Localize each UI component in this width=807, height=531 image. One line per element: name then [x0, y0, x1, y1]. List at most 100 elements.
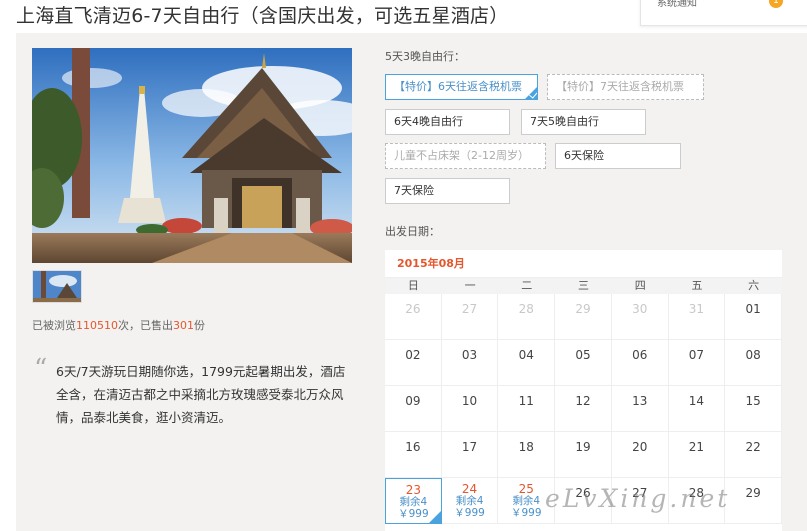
option-7day-insurance[interactable]: 7天保险 [385, 178, 510, 204]
product-description: 6天/7天游玩日期随你选，1799元起暑期出发，酒店全含，在清迈古都之中采摘北方… [56, 364, 346, 425]
watermark: eLvXing.net [545, 484, 731, 513]
day-number: 09 [405, 394, 421, 408]
package-label: 5天3晚自由行： [385, 50, 465, 63]
calendar-day: 19 [555, 432, 612, 478]
day-number: 15 [745, 394, 761, 408]
weekday-label: 六 [748, 279, 760, 292]
option-child-no-bed[interactable]: 儿童不占床架（2-12周岁） [385, 143, 546, 169]
day-number: 20 [632, 440, 648, 454]
weekday-label: 二 [521, 279, 533, 292]
stats-suffix: 份 [194, 319, 205, 332]
option-6day-flight[interactable]: 【特价】6天往返含税机票 [385, 74, 538, 100]
calendar-day: 30 [611, 294, 669, 340]
day-number: 14 [688, 394, 705, 408]
day-number: 08 [745, 348, 761, 362]
day-number: 27 [461, 302, 478, 316]
system-notice[interactable]: 系统通知 1 [640, 0, 807, 26]
day-number: 10 [461, 394, 478, 408]
stats-prefix: 已被浏览 [32, 319, 76, 332]
calendar-day: 29 [725, 478, 782, 524]
calendar-day: 17 [441, 432, 499, 478]
day-number: 24 [461, 482, 478, 496]
day-number: 11 [518, 394, 534, 408]
calendar-day: 22 [725, 432, 782, 478]
calendar-day: 13 [611, 386, 669, 432]
calendar-day: 16 [385, 432, 442, 478]
calendar-day: 28 [498, 294, 556, 340]
weekday-label: 五 [691, 279, 703, 292]
day-number: 29 [745, 486, 761, 500]
notice-count-badge: 1 [769, 0, 783, 8]
option-label: 7天保险 [394, 184, 434, 197]
option-label: 6天保险 [564, 149, 604, 162]
stats-mid: 次，已售出 [118, 319, 173, 332]
date-label: 出发日期： [385, 225, 440, 238]
day-number: 22 [745, 440, 761, 454]
option-6day-4night[interactable]: 6天4晚自由行 [385, 109, 510, 135]
weekday-label: 四 [634, 279, 646, 292]
selected-check-icon [428, 511, 441, 523]
calendar-day: 21 [668, 432, 726, 478]
sold-count: 301 [173, 319, 194, 332]
calendar-day: 04 [498, 340, 556, 386]
calendar-day: 08 [725, 340, 782, 386]
day-number: 04 [518, 348, 534, 362]
day-number: 12 [575, 394, 591, 408]
weekday-label: 三 [578, 279, 590, 292]
calendar-day: 27 [441, 294, 499, 340]
calendar-day: 15 [725, 386, 782, 432]
calendar-month: 2015年08月 [385, 250, 782, 278]
option-label: 7天5晚自由行 [530, 115, 599, 128]
day-number: 13 [632, 394, 648, 408]
calendar-day: 09 [385, 386, 442, 432]
calendar-day: 20 [611, 432, 669, 478]
day-number: 03 [461, 348, 478, 362]
day-number: 05 [575, 348, 591, 362]
day-number: 18 [518, 440, 534, 454]
view-sold-stats: 已被浏览110510次，已售出301份 [32, 317, 205, 333]
day-number: 26 [405, 302, 421, 316]
day-number: 31 [688, 302, 705, 316]
main-photo[interactable] [32, 48, 352, 263]
day-number: 29 [575, 302, 591, 316]
weekday-label: 日 [407, 279, 419, 292]
calendar-day: 01 [725, 294, 782, 340]
calendar-day: 05 [555, 340, 612, 386]
day-number: 16 [405, 440, 421, 454]
calendar-day-available[interactable]: 23 剩余4 ￥999 [385, 478, 442, 524]
calendar-day: 03 [441, 340, 499, 386]
day-number: 07 [688, 348, 705, 362]
calendar-day: 12 [555, 386, 612, 432]
option-7day-5night[interactable]: 7天5晚自由行 [521, 109, 646, 135]
calendar-day-available[interactable]: 24 剩余4 ￥999 [441, 478, 499, 524]
day-stock: 剩余4 [455, 495, 484, 507]
calendar-day: 14 [668, 386, 726, 432]
calendar-weekdays: 日一二三四五六 [385, 278, 782, 294]
selected-check-icon [525, 87, 537, 99]
calendar-day: 02 [385, 340, 442, 386]
option-label: 儿童不占床架（2-12周岁） [394, 149, 529, 162]
notice-label: 系统通知 [657, 0, 697, 9]
calendar-day: 31 [668, 294, 726, 340]
calendar-day: 18 [498, 432, 556, 478]
day-number: 17 [461, 440, 478, 454]
option-6day-insurance[interactable]: 6天保险 [555, 143, 681, 169]
day-price: ￥999 [454, 507, 485, 519]
day-number: 02 [405, 348, 421, 362]
option-7day-flight[interactable]: 【特价】7天往返含税机票 [547, 74, 704, 100]
option-label: 【特价】7天往返含税机票 [556, 80, 684, 93]
product-panel: 已被浏览110510次，已售出301份 “ 6天/7天游玩日期随你选，1799元… [16, 33, 807, 531]
calendar-day: 07 [668, 340, 726, 386]
day-number: 23 [405, 483, 421, 497]
page-title: 上海直飞清迈6-7天自由行（含国庆出发，可选五星酒店） [16, 5, 509, 27]
day-number: 06 [632, 348, 648, 362]
day-number: 28 [518, 302, 534, 316]
photo-thumbnail[interactable] [32, 270, 82, 303]
option-label: 【特价】6天往返含税机票 [394, 80, 522, 93]
option-label: 6天4晚自由行 [394, 115, 463, 128]
day-number: 30 [632, 302, 648, 316]
day-number: 01 [745, 302, 761, 316]
quote-icon: “ [34, 354, 48, 384]
day-number: 21 [688, 440, 705, 454]
calendar-day: 06 [611, 340, 669, 386]
